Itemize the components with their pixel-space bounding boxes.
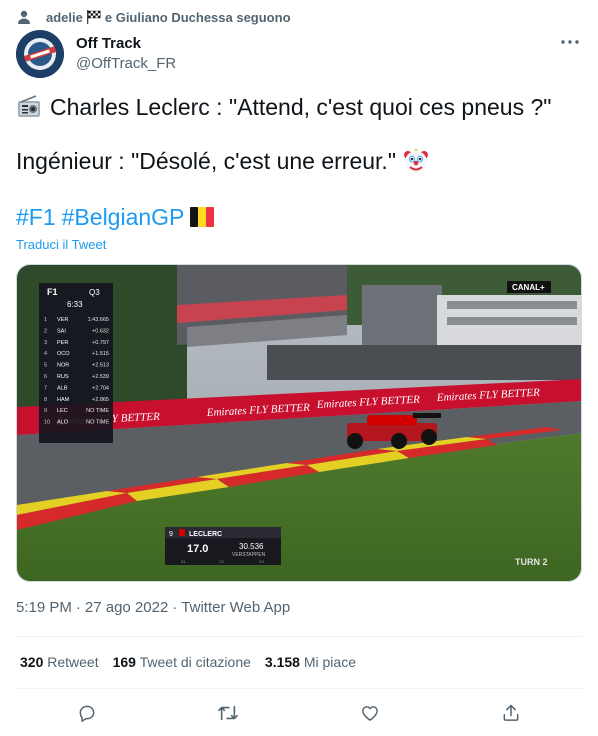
- retweet-button[interactable]: [211, 696, 245, 730]
- leaderboard-gap: +2.513: [92, 363, 109, 369]
- leaderboard-pos: 3: [44, 340, 47, 346]
- person-icon: [16, 9, 32, 25]
- driver-card: 9 LECLERC 17.0 30.536 VERSTAPPEN S1 S2 S…: [165, 527, 281, 565]
- tweet-stats: 320 Retweet 169 Tweet di citazione 3.158…: [20, 654, 356, 670]
- leaderboard-pos: 6: [44, 374, 47, 380]
- like-count[interactable]: 3.158 Mi piace: [265, 654, 356, 670]
- leaderboard-driver: ALB: [57, 385, 68, 391]
- tweet-date[interactable]: 27 ago 2022: [85, 599, 168, 616]
- tweet-line-2-text: Ingénieur : "Désolé, c'est une erreur.": [16, 148, 396, 174]
- leaderboard-pos: 5: [44, 363, 47, 369]
- tweet-actions: [16, 696, 582, 730]
- tweet-author: Off Track @OffTrack_FR: [16, 30, 582, 78]
- leaderboard-gap: +2.539: [92, 374, 109, 380]
- svg-text:F1: F1: [47, 287, 58, 297]
- author-handle[interactable]: @OffTrack_FR: [76, 54, 176, 74]
- leaderboard-driver: SAI: [57, 328, 66, 334]
- timestamp-separator-2: ·: [172, 599, 178, 616]
- leaderboard-pos: 2: [44, 328, 47, 334]
- broadcaster-logo: CANAL+: [512, 283, 545, 292]
- like-icon: [361, 706, 378, 721]
- leaderboard-driver: VER: [57, 317, 68, 323]
- f1-broadcast-frame: Emirates FLY BETTER Emirates FLY BETTER …: [17, 265, 581, 581]
- leaderboard-driver: LEC: [57, 408, 68, 414]
- driver-name: LECLERC: [189, 531, 222, 538]
- leaderboard-gap: 1:43.665: [88, 317, 109, 323]
- leaderboard-pos: 10: [44, 420, 50, 426]
- sector-3: S3: [259, 559, 265, 564]
- leaderboard-driver: RUS: [57, 374, 69, 380]
- author-name[interactable]: Off Track: [76, 34, 176, 54]
- share-icon: [503, 704, 519, 721]
- social-context-text: e Giuliano Duchessa seguono: [104, 9, 291, 25]
- leaderboard-gap: +1.515: [92, 351, 109, 357]
- sector-2: S2: [219, 559, 225, 564]
- leaderboard-driver: OCO: [57, 351, 70, 357]
- retweet-count[interactable]: 320 Retweet: [20, 654, 99, 670]
- hashtag-f1[interactable]: #F1: [16, 202, 56, 232]
- leaderboard-pos: 9: [44, 408, 47, 414]
- leaderboard-driver: HAM: [57, 397, 70, 403]
- leaderboard-driver: PER: [57, 340, 68, 346]
- more-icon: [561, 40, 579, 44]
- driver-speed: 17.0: [187, 543, 208, 555]
- retweet-icon: [218, 705, 239, 721]
- leaderboard-pos: 4: [44, 351, 47, 357]
- timing-tower: F1 Q3 6:33 1 VER 1:43.665 2 SAI +0.632 3 PER +0.…: [39, 283, 113, 443]
- leaderboard-gap: +2.704: [92, 385, 109, 391]
- share-button[interactable]: [494, 696, 528, 730]
- reply-icon: [79, 705, 95, 722]
- driver-time: 30.536: [239, 542, 264, 551]
- tweet-line-3: #F1 #BelgianGP: [16, 202, 215, 232]
- tweet-line-1: Charles Leclerc : "Attend, c'est quoi ce…: [16, 92, 551, 122]
- leaderboard-gap: +0.632: [92, 328, 109, 334]
- social-context-name[interactable]: adelie: [46, 10, 83, 25]
- divider: [16, 688, 582, 689]
- leaderboard-driver: NOR: [57, 363, 69, 369]
- tweet-line-2: Ingénieur : "Désolé, c'est une erreur.": [16, 146, 430, 176]
- quote-tweet-count[interactable]: 169 Tweet di citazione: [113, 654, 251, 670]
- leaderboard-pos: 1: [44, 317, 47, 323]
- timestamp-separator: ·: [75, 599, 81, 616]
- tweet-media-image[interactable]: Emirates FLY BETTER Emirates FLY BETTER …: [16, 264, 582, 582]
- tweet-source[interactable]: Twitter Web App: [181, 599, 290, 616]
- avatar[interactable]: [16, 30, 64, 78]
- tweet-line-1-text: Charles Leclerc : "Attend, c'est quoi ce…: [50, 94, 552, 120]
- leaderboard-driver: ALO: [57, 420, 69, 426]
- sector-1: S1: [181, 559, 187, 564]
- radio-icon: [16, 94, 42, 120]
- hashtag-belgiangp[interactable]: #BelgianGP: [62, 202, 185, 232]
- tweet-timestamp[interactable]: 5:19 PM · 27 ago 2022 · Twitter Web App: [16, 599, 290, 616]
- timing-lap: Q3: [89, 288, 100, 297]
- clown-face-icon: [402, 147, 430, 175]
- leaderboard-gap: NO TIME: [86, 408, 109, 414]
- leaderboard-pos: 7: [44, 385, 47, 391]
- belgium-flag-icon: [190, 206, 215, 228]
- turn-label: TURN 2: [515, 557, 548, 567]
- tweet-time[interactable]: 5:19 PM: [16, 599, 72, 616]
- leaderboard-gap: +0.797: [92, 340, 109, 346]
- more-options-button[interactable]: [558, 32, 582, 52]
- timing-clock: 6:33: [67, 300, 83, 309]
- driver-compare: VERSTAPPEN: [232, 552, 266, 558]
- checkered-flag-icon: [86, 10, 102, 24]
- translate-tweet-link[interactable]: Traduci il Tweet: [16, 237, 106, 252]
- driver-number: 9: [169, 531, 173, 538]
- leaderboard-gap: +2.865: [92, 397, 109, 403]
- leaderboard-pos: 8: [44, 397, 47, 403]
- leaderboard-gap: NO TIME: [86, 420, 109, 426]
- social-context[interactable]: adelie e Giuliano Duchessa seguono: [16, 8, 291, 26]
- divider: [16, 636, 582, 637]
- like-button[interactable]: [353, 696, 387, 730]
- reply-button[interactable]: [70, 696, 104, 730]
